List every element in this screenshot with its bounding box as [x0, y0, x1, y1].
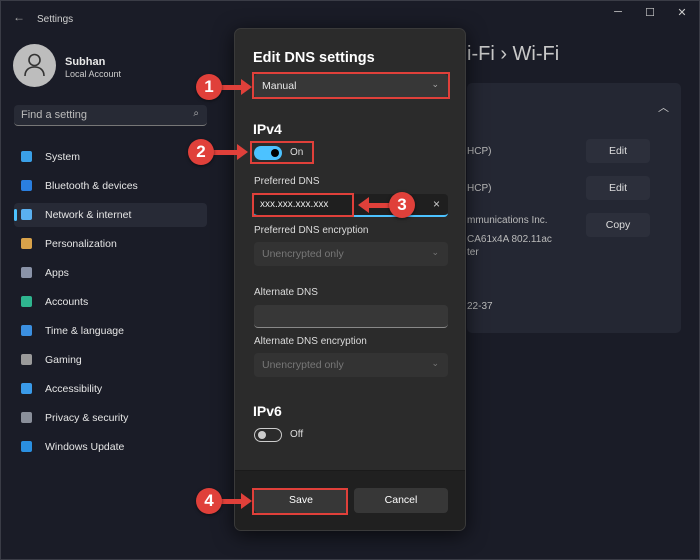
chevron-down-icon: ⌄ — [431, 358, 439, 368]
edit-dns-button[interactable]: Edit — [586, 176, 650, 200]
manufacturer-text: mmunications Inc. — [467, 215, 548, 226]
account-type: Local Account — [65, 69, 122, 79]
sidebar-icon — [21, 180, 32, 191]
annotation-arrow-4 — [220, 493, 252, 509]
annotation-box-3 — [252, 193, 354, 217]
sidebar-item-label: System — [45, 151, 81, 163]
preferred-encryption-value: Unencrypted only — [262, 248, 344, 260]
sidebar-item-label: Bluetooth & devices — [45, 180, 138, 192]
chevron-up-icon[interactable]: ︿ — [658, 99, 669, 115]
breadcrumb: i-Fi › Wi-Fi — [467, 43, 560, 65]
sidebar-item-label: Windows Update — [45, 441, 125, 453]
edit-dns-dialog: Edit DNS settings Manual ⌄ IPv4 On Prefer… — [234, 28, 466, 531]
sidebar-item-gaming[interactable]: Gaming — [14, 348, 207, 372]
window-title: Settings — [37, 14, 74, 25]
annotation-arrow-2 — [212, 144, 248, 160]
alternate-encryption-label: Alternate DNS encryption — [254, 336, 367, 347]
ip-assignment-text: HCP) — [467, 146, 492, 157]
sidebar-icon — [21, 325, 32, 336]
sidebar-item-windows-update[interactable]: Windows Update — [14, 435, 207, 459]
sidebar-item-label: Network & internet — [45, 209, 132, 221]
search-input[interactable]: Find a setting ⌕ — [14, 105, 207, 126]
close-button[interactable]: ✕ — [672, 6, 692, 19]
annotation-box-1 — [252, 72, 450, 99]
annotation-marker-1: 1 — [196, 74, 222, 100]
sidebar-item-personalization[interactable]: Personalization — [14, 232, 207, 256]
sidebar-item-network-internet[interactable]: Network & internet — [14, 203, 207, 227]
ipv6-toggle-label: Off — [290, 429, 304, 440]
user-icon — [24, 53, 45, 77]
sidebar-icon — [21, 267, 32, 278]
dns-assignment-text: HCP) — [467, 183, 492, 194]
sidebar-item-time-language[interactable]: Time & language — [14, 319, 207, 343]
sidebar-item-label: Gaming — [45, 354, 82, 366]
annotation-marker-2: 2 — [188, 139, 214, 165]
alternate-dns-input[interactable] — [254, 305, 448, 328]
wifi-properties-card: ︿ — [467, 83, 681, 333]
sidebar-item-label: Accounts — [45, 296, 89, 308]
sidebar-icon — [21, 151, 32, 162]
cancel-button[interactable]: Cancel — [354, 488, 448, 513]
sidebar-item-accessibility[interactable]: Accessibility — [14, 377, 207, 401]
ipv4-heading: IPv4 — [253, 121, 282, 137]
search-placeholder: Find a setting — [21, 109, 88, 121]
sidebar-item-label: Personalization — [45, 238, 117, 250]
annotation-box-4 — [252, 488, 348, 515]
preferred-encryption-dropdown[interactable]: Unencrypted only ⌄ — [254, 242, 448, 266]
sidebar-item-apps[interactable]: Apps — [14, 261, 207, 285]
sidebar-item-accounts[interactable]: Accounts — [14, 290, 207, 314]
clear-icon[interactable]: × — [433, 197, 440, 211]
sidebar-icon — [21, 383, 32, 394]
sidebar-icon — [21, 354, 32, 365]
copy-button[interactable]: Copy — [586, 213, 650, 237]
sidebar-item-label: Apps — [45, 267, 69, 279]
description-text-2: ter — [467, 247, 479, 258]
sidebar-item-label: Time & language — [45, 325, 124, 337]
avatar[interactable] — [13, 44, 56, 87]
maximize-button[interactable]: ☐ — [640, 6, 660, 19]
ipv6-heading: IPv6 — [253, 403, 282, 419]
alternate-encryption-dropdown[interactable]: Unencrypted only ⌄ — [254, 353, 448, 377]
ipv6-toggle[interactable] — [254, 428, 282, 442]
user-name: Subhan — [65, 56, 106, 68]
dialog-title: Edit DNS settings — [253, 50, 375, 66]
sidebar-icon — [21, 238, 32, 249]
sidebar-icon — [21, 209, 32, 220]
sidebar-item-label: Privacy & security — [45, 412, 129, 424]
annotation-arrow-1 — [220, 79, 252, 95]
search-icon: ⌕ — [193, 108, 199, 119]
description-text: CA61x4A 802.11ac — [467, 234, 552, 245]
chevron-down-icon: ⌄ — [431, 247, 439, 257]
mac-text: 22-37 — [467, 301, 493, 312]
annotation-marker-3: 3 — [389, 192, 415, 218]
preferred-dns-label: Preferred DNS — [254, 176, 320, 187]
alternate-encryption-value: Unencrypted only — [262, 359, 344, 371]
sidebar-item-bluetooth-devices[interactable]: Bluetooth & devices — [14, 174, 207, 198]
alternate-dns-label: Alternate DNS — [254, 287, 318, 298]
back-arrow-icon[interactable]: ← — [13, 10, 25, 24]
sidebar-item-system[interactable]: System — [14, 145, 207, 169]
minimize-button[interactable]: ─ — [608, 6, 628, 18]
sidebar-icon — [21, 412, 32, 423]
preferred-encryption-label: Preferred DNS encryption — [254, 225, 369, 236]
sidebar-icon — [21, 296, 32, 307]
annotation-box-2 — [250, 141, 314, 164]
edit-ip-button[interactable]: Edit — [586, 139, 650, 163]
sidebar-item-label: Accessibility — [45, 383, 103, 395]
sidebar-icon — [21, 441, 32, 452]
annotation-marker-4: 4 — [196, 488, 222, 514]
sidebar-item-privacy-security[interactable]: Privacy & security — [14, 406, 207, 430]
